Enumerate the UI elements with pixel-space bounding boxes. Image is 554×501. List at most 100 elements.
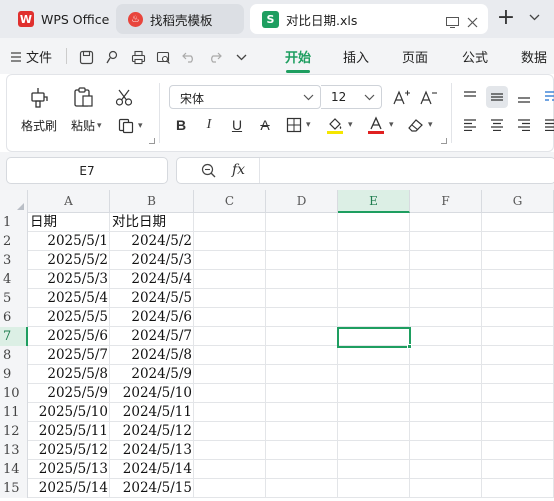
tab-wps-office[interactable]: W WPS Office [6, 4, 110, 34]
cell[interactable]: 2025/5/2 [28, 251, 110, 270]
menu-file[interactable]: 文件 [26, 47, 52, 66]
fx-icon[interactable]: fx [232, 162, 245, 178]
cell[interactable] [410, 289, 482, 308]
cell[interactable] [266, 213, 338, 232]
cell[interactable] [266, 403, 338, 422]
bold-icon[interactable]: B [170, 114, 192, 136]
cell[interactable]: 2025/5/5 [28, 308, 110, 327]
cell[interactable]: 2024/5/8 [110, 346, 194, 365]
cell[interactable]: 2025/5/12 [28, 441, 110, 460]
cell[interactable]: 2024/5/9 [110, 365, 194, 384]
save-icon[interactable] [78, 49, 94, 65]
column-header-c[interactable]: C [194, 190, 266, 213]
cell[interactable]: 2025/5/13 [28, 460, 110, 479]
wrap-text-icon[interactable] [540, 86, 554, 108]
cell[interactable] [410, 308, 482, 327]
cell[interactable] [266, 384, 338, 403]
strikethrough-icon[interactable]: A [254, 114, 276, 136]
cell[interactable]: 对比日期 [110, 213, 194, 232]
paste-button[interactable]: 粘贴 [71, 85, 95, 134]
copy-icon[interactable] [115, 115, 137, 137]
undo-icon[interactable] [181, 49, 197, 65]
cell[interactable] [482, 289, 554, 308]
tab-insert[interactable]: 插入 [343, 47, 369, 66]
cell[interactable] [338, 460, 410, 479]
row-header[interactable]: 13 [0, 441, 28, 460]
cell[interactable] [482, 251, 554, 270]
cell[interactable] [194, 270, 266, 289]
cell[interactable]: 日期 [28, 213, 110, 232]
cell[interactable] [410, 270, 482, 289]
row-header[interactable]: 5 [0, 289, 28, 308]
cell[interactable] [338, 232, 410, 251]
cell[interactable] [266, 232, 338, 251]
cell[interactable] [266, 270, 338, 289]
cell[interactable] [338, 213, 410, 232]
paste-caret-icon[interactable]: ▾ [97, 121, 102, 131]
decrease-font-size-icon[interactable] [418, 86, 440, 108]
print-preview-icon[interactable] [155, 49, 171, 65]
tab-formula[interactable]: 公式 [462, 47, 488, 66]
align-top-icon[interactable] [459, 86, 481, 108]
chevron-down-icon[interactable] [527, 11, 541, 25]
row-header[interactable]: 12 [0, 422, 28, 441]
cell[interactable] [194, 308, 266, 327]
row-header[interactable]: 3 [0, 251, 28, 270]
cell[interactable] [266, 422, 338, 441]
cell[interactable] [194, 365, 266, 384]
cell[interactable] [482, 213, 554, 232]
cell[interactable] [482, 327, 554, 346]
column-header-e[interactable]: E [338, 190, 410, 213]
cell[interactable] [482, 346, 554, 365]
cell[interactable] [482, 384, 554, 403]
cell[interactable] [338, 422, 410, 441]
cell[interactable] [482, 460, 554, 479]
cell[interactable]: 2025/5/1 [28, 232, 110, 251]
cell[interactable] [338, 403, 410, 422]
cell[interactable]: 2024/5/13 [110, 441, 194, 460]
column-header-d[interactable]: D [266, 190, 338, 213]
cell[interactable] [482, 308, 554, 327]
column-header-a[interactable]: A [28, 190, 110, 213]
cell[interactable] [410, 346, 482, 365]
cell[interactable]: 2025/5/14 [28, 479, 110, 498]
cell[interactable] [194, 422, 266, 441]
cell[interactable] [338, 384, 410, 403]
zoom-search-icon[interactable] [201, 163, 216, 181]
cell[interactable]: 2024/5/6 [110, 308, 194, 327]
cell[interactable]: 2025/5/10 [28, 403, 110, 422]
column-header-b[interactable]: B [110, 190, 194, 213]
cell[interactable] [338, 365, 410, 384]
cell[interactable] [266, 460, 338, 479]
cell[interactable] [266, 479, 338, 498]
align-left-icon[interactable] [459, 114, 481, 136]
cell[interactable]: 2025/5/11 [28, 422, 110, 441]
cell[interactable]: 2024/5/2 [110, 232, 194, 251]
cell[interactable] [410, 403, 482, 422]
chevron-down-icon[interactable] [233, 49, 249, 65]
font-name-select[interactable]: 宋体 [169, 85, 321, 109]
cell[interactable] [194, 403, 266, 422]
cell[interactable]: 2024/5/12 [110, 422, 194, 441]
cell[interactable] [266, 289, 338, 308]
font-size-select[interactable]: 12 [321, 85, 382, 109]
tab-templates[interactable]: ♨ 找稻壳模板 [116, 4, 244, 34]
underline-icon[interactable]: U [226, 114, 248, 136]
cell[interactable] [482, 441, 554, 460]
tab-page[interactable]: 页面 [402, 47, 428, 66]
cell[interactable]: 2025/5/3 [28, 270, 110, 289]
column-header-f[interactable]: F [410, 190, 482, 213]
cell[interactable] [194, 479, 266, 498]
cell[interactable] [338, 251, 410, 270]
cell[interactable] [410, 479, 482, 498]
cell[interactable] [410, 327, 482, 346]
borders-caret-icon[interactable]: ▾ [306, 120, 311, 130]
cell[interactable] [338, 479, 410, 498]
cell[interactable] [410, 251, 482, 270]
format-painter-button[interactable]: 格式刷 [21, 85, 57, 134]
selected-cell-e7[interactable] [337, 327, 411, 348]
eraser-caret-icon[interactable]: ▾ [428, 120, 433, 130]
cell[interactable] [482, 365, 554, 384]
cell[interactable]: 2025/5/7 [28, 346, 110, 365]
cell[interactable]: 2024/5/5 [110, 289, 194, 308]
